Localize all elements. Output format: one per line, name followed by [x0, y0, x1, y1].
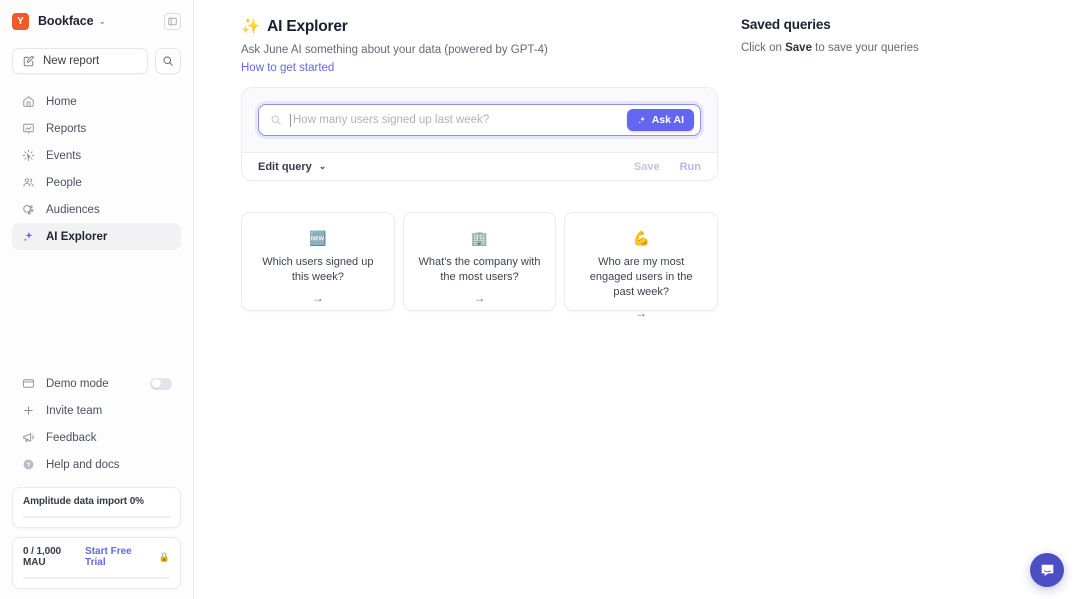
hint-prefix: Click on: [741, 42, 786, 54]
suggestion-card[interactable]: 🆕 Which users signed up this week? →: [241, 212, 395, 311]
saved-queries-title: Saved queries: [741, 17, 831, 32]
amplitude-import-progress: [23, 516, 170, 518]
sidebar-item-events[interactable]: Events: [12, 142, 181, 169]
page-title-text: AI Explorer: [267, 17, 348, 35]
sidebar-item-label: People: [46, 176, 82, 189]
query-panel: How many users signed up last week? Ask …: [241, 87, 718, 181]
window-icon: [21, 376, 36, 391]
edit-query-dropdown[interactable]: Edit query ⌄: [258, 161, 326, 173]
run-button[interactable]: Run: [680, 161, 701, 173]
app-root: Y Bookface ⌄ New report Home Reports Eve…: [0, 0, 1080, 599]
people-icon: [21, 175, 36, 190]
query-footer: Edit query ⌄ Save Run: [242, 152, 717, 180]
audiences-icon: [21, 202, 36, 217]
sidebar-item-audiences[interactable]: Audiences: [12, 196, 181, 223]
lock-icon: 🔒: [158, 551, 170, 562]
intercom-chat-button[interactable]: [1030, 553, 1064, 587]
workspace-switcher[interactable]: Y Bookface ⌄: [0, 4, 193, 38]
query-actions: Save Run: [634, 161, 701, 173]
edit-query-label: Edit query: [258, 160, 312, 173]
arrow-right-icon[interactable]: →: [635, 307, 647, 319]
start-free-trial-link[interactable]: Start Free Trial: [85, 546, 154, 568]
svg-text:?: ?: [27, 462, 31, 469]
sidebar: Y Bookface ⌄ New report Home Reports Eve…: [0, 0, 194, 599]
hint-suffix: to save your queries: [811, 42, 919, 54]
flexed-biceps-emoji-icon: 💪: [632, 230, 650, 246]
home-icon: [21, 94, 36, 109]
suggestion-text: Which users signed up this week?: [262, 256, 374, 283]
search-input[interactable]: How many users signed up last week?: [293, 114, 627, 126]
events-icon: [21, 148, 36, 163]
sidebar-item-label: Help and docs: [46, 458, 120, 471]
saved-queries-panel: Saved queries Click on Save to save your…: [741, 17, 1041, 54]
search-icon: [270, 114, 283, 126]
new-report-label: New report: [43, 55, 100, 67]
workspace-logo: Y: [12, 12, 29, 30]
suggestion-text: Who are my most engaged users in the pas…: [589, 256, 693, 298]
pencil-square-icon: [23, 55, 34, 67]
sidebar-item-label: Demo mode: [46, 377, 109, 390]
sidebar-nav: Home Reports Events People Audiences AI …: [0, 88, 193, 250]
new-emoji-icon: 🆕: [309, 230, 327, 246]
help-circle-icon: ?: [21, 457, 36, 472]
sidebar-item-people[interactable]: People: [12, 169, 181, 196]
sidebar-collapse-icon[interactable]: [164, 12, 181, 30]
mau-card[interactable]: 0 / 1,000 MAU Start Free Trial 🔒: [12, 537, 181, 589]
invite-team-row[interactable]: Invite team: [12, 397, 181, 424]
query-input-row: How many users signed up last week? Ask …: [242, 88, 717, 152]
ask-ai-label: Ask AI: [651, 114, 684, 126]
reports-icon: [21, 121, 36, 136]
chevron-down-icon: ⌄: [318, 161, 327, 171]
help-and-docs-row[interactable]: ? Help and docs: [12, 451, 181, 478]
sidebar-item-label: Feedback: [46, 431, 97, 444]
how-to-get-started-link[interactable]: How to get started: [241, 62, 334, 74]
saved-queries-hint: Click on Save to save your queries: [741, 42, 1041, 54]
query-search-box[interactable]: How many users signed up last week? Ask …: [258, 104, 701, 136]
sidebar-item-home[interactable]: Home: [12, 88, 181, 115]
sparkle-icon: [21, 229, 36, 244]
sidebar-item-label: AI Explorer: [46, 230, 108, 243]
text-cursor: [290, 113, 291, 127]
search-icon[interactable]: [155, 48, 181, 74]
sparkles-emoji-icon: ✨: [241, 18, 261, 35]
sidebar-item-label: Home: [46, 95, 77, 108]
arrow-right-icon[interactable]: →: [474, 292, 486, 304]
megaphone-icon: [21, 430, 36, 445]
sidebar-item-ai-explorer[interactable]: AI Explorer: [12, 223, 181, 250]
plus-icon: [21, 403, 36, 418]
sidebar-item-label: Events: [46, 149, 82, 162]
sparkle-icon: [638, 116, 645, 124]
new-report-button[interactable]: New report: [12, 48, 148, 74]
save-button[interactable]: Save: [634, 161, 660, 173]
workspace-name: Bookface: [38, 14, 94, 28]
page-title: ✨ AI Explorer: [241, 17, 741, 36]
sidebar-bottom: Demo mode Invite team Feedback ? Help an…: [0, 370, 193, 599]
suggestion-cards: 🆕 Which users signed up this week? → 🏢 W…: [241, 212, 719, 319]
sidebar-item-label: Reports: [46, 122, 87, 135]
ask-ai-button[interactable]: Ask AI: [626, 109, 694, 131]
ai-explorer-header: ✨ AI Explorer Ask June AI something abou…: [241, 17, 741, 76]
amplitude-import-label: Amplitude data import 0%: [23, 496, 144, 507]
main-content: ✨ AI Explorer Ask June AI something abou…: [194, 0, 1080, 599]
demo-mode-toggle[interactable]: [150, 377, 172, 390]
suggestion-text: What's the company with the most users?: [418, 256, 541, 283]
arrow-right-icon[interactable]: →: [312, 292, 324, 304]
sidebar-item-reports[interactable]: Reports: [12, 115, 181, 142]
amplitude-import-card[interactable]: Amplitude data import 0%: [12, 487, 181, 528]
feedback-row[interactable]: Feedback: [12, 424, 181, 451]
suggestion-card[interactable]: 💪 Who are my most engaged users in the p…: [564, 212, 719, 319]
mau-label: 0 / 1,000 MAU: [23, 546, 62, 568]
page-subtitle: Ask June AI something about your data (p…: [241, 44, 548, 56]
mau-progress: [23, 577, 170, 579]
sidebar-item-label: Audiences: [46, 203, 100, 216]
sidebar-item-label: Invite team: [46, 404, 103, 417]
demo-mode-row[interactable]: Demo mode: [12, 370, 181, 397]
office-building-emoji-icon: 🏢: [470, 230, 489, 246]
sidebar-top-actions: New report: [0, 38, 193, 74]
hint-save-word: Save: [785, 42, 812, 54]
chat-bubble-icon: [1041, 564, 1053, 576]
suggestion-card[interactable]: 🏢 What's the company with the most users…: [402, 212, 557, 311]
chevron-down-icon: ⌄: [98, 15, 107, 26]
